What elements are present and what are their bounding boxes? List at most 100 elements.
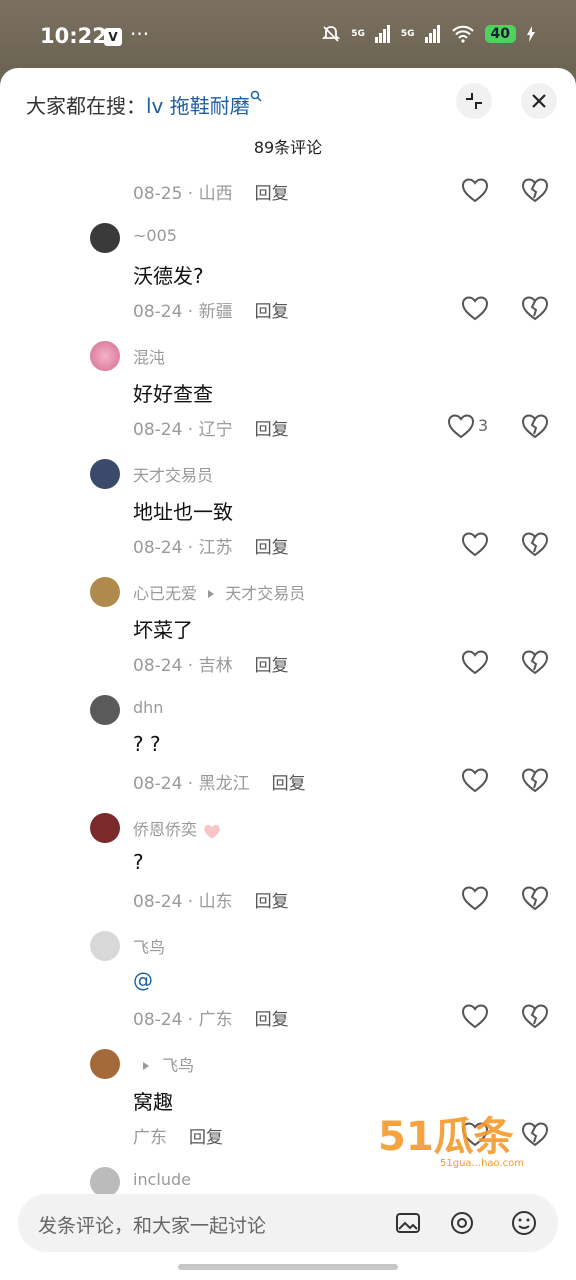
comment-text: ? ? [133,732,161,756]
close-button[interactable] [521,83,557,119]
wifi-icon [451,25,474,43]
comment-meta: 广东 回复 [133,1123,223,1148]
comment-date-location: 08-24 · 新疆 [133,302,233,322]
heart-icon[interactable] [460,529,490,559]
signal-icon-2 [424,25,440,43]
avatar[interactable] [90,577,120,607]
comment-username-text[interactable]: 心已无爱 [133,584,197,603]
like-count: 3 [478,416,489,435]
comment-text: 坏菜了 [133,618,193,642]
reply-button[interactable]: 回复 [255,184,289,204]
comment-text: @ [133,968,153,992]
comment-username: 侨恩侨奕 [133,816,222,840]
comments-panel: 大家都在搜：lv 拖鞋耐磨 89条评论 08-25 · 山西 回复 ~005 沃德… [0,68,576,1280]
comment-date-location: 08-24 · 山东 [133,892,233,912]
broken-heart-icon[interactable] [520,1119,550,1149]
comment-username[interactable]: 混沌 [133,344,165,368]
comment-username[interactable]: 天才交易员 [133,462,213,486]
comment-username: 飞鸟 [133,1052,194,1076]
reply-to-username[interactable]: 飞鸟 [162,1056,194,1075]
broken-heart-icon[interactable] [520,1001,550,1031]
reply-button[interactable]: 回复 [255,892,289,912]
search-icon [250,90,262,102]
comment-date-location: 广东 [133,1128,167,1148]
comment-text: 地址也一致 [133,500,233,524]
heart-icon[interactable] [460,883,490,913]
heart-icon[interactable] [460,293,490,323]
avatar[interactable] [90,813,120,843]
reply-button[interactable]: 回复 [255,538,289,558]
comment-username[interactable]: dhn [133,698,163,717]
avatar[interactable] [90,695,120,725]
heart-icon[interactable] [460,765,490,795]
app-notification-icon: V [104,28,122,46]
heart-icon[interactable] [460,175,490,205]
avatar[interactable] [90,223,120,253]
avatar[interactable] [90,1167,120,1197]
heart-icon[interactable] [460,647,490,677]
search-prefix: 大家都在搜： [26,94,146,118]
reply-button[interactable]: 回复 [189,1128,223,1148]
comment-username[interactable]: ~005 [133,226,177,245]
comment-date-location: 08-24 · 黑龙江 [133,774,250,794]
broken-heart-icon[interactable] [520,647,550,677]
comment-count: 89条评论 [253,138,323,157]
broken-heart-icon[interactable] [520,529,550,559]
status-bar: 10:22 V ··· 5G 5G 40 [0,0,576,70]
comment-username-text[interactable]: 侨恩侨奕 [133,820,197,839]
reply-button[interactable]: 回复 [255,1010,289,1030]
comment-meta: 08-24 · 广东 回复 [133,1005,289,1030]
reply-button[interactable]: 回复 [255,656,289,676]
avatar[interactable] [90,459,120,489]
comment-input[interactable]: 发条评论，和大家一起讨论 [18,1194,558,1252]
avatar[interactable] [90,341,120,371]
reply-button[interactable]: 回复 [255,302,289,322]
reply-button[interactable]: 回复 [272,774,306,794]
watermark-logo: 51瓜条 [378,1114,514,1160]
avatar[interactable] [90,1049,120,1079]
heart-icon[interactable] [460,1001,490,1031]
avatar[interactable] [90,931,120,961]
signal-icon [374,25,390,43]
comment-date-location: 08-25 · 山西 [133,184,233,204]
home-indicator[interactable] [178,1264,398,1270]
search-suggestion[interactable]: 大家都在搜：lv 拖鞋耐磨 [26,90,262,119]
comment-meta: 08-24 · 江苏 回复 [133,533,289,558]
broken-heart-icon[interactable] [520,175,550,205]
close-icon [532,94,546,108]
comment-meta: 08-25 · 山西 回复 [133,179,289,204]
comment-meta: 08-24 · 吉林 回复 [133,651,289,676]
comment-username[interactable]: include [133,1170,191,1189]
comment-date-location: 08-24 · 广东 [133,1010,233,1030]
comment-meta: 08-24 · 山东 回复 [133,887,289,912]
more-notifications-icon: ··· [130,22,150,46]
search-keyword[interactable]: lv 拖鞋耐磨 [146,94,250,118]
broken-heart-icon[interactable] [520,765,550,795]
comment-username: 心已无爱 天才交易员 [133,580,305,604]
collapse-button[interactable] [456,83,492,119]
reply-button[interactable]: 回复 [255,420,289,440]
comment-meta: 08-24 · 黑龙江 回复 [133,769,306,794]
heart-icon[interactable] [446,411,476,441]
comment-date-location: 08-24 · 江苏 [133,538,233,558]
broken-heart-icon[interactable] [520,293,550,323]
broken-heart-icon[interactable] [520,411,550,441]
battery-level: 40 [484,25,516,43]
status-time: 10:22 [40,24,107,48]
comment-date-location: 08-24 · 吉林 [133,656,233,676]
comment-meta: 08-24 · 辽宁 回复 [133,415,289,440]
status-icons: 5G 5G 40 [321,24,536,44]
image-icon[interactable] [394,1209,422,1237]
reply-arrow-icon [208,590,215,598]
reply-arrow-icon [143,1062,149,1070]
emoji-icon[interactable] [510,1209,538,1237]
comment-text: 窝趣 [133,1090,173,1114]
broken-heart-icon[interactable] [520,883,550,913]
comment-text: 好好查查 [133,382,213,406]
comment-username[interactable]: 飞鸟 [133,934,165,958]
at-mention-icon[interactable] [448,1209,476,1237]
pink-heart-icon [204,824,220,839]
comment-meta: 08-24 · 新疆 回复 [133,297,289,322]
reply-to-username[interactable]: 天才交易员 [225,584,305,603]
collapse-icon [466,93,482,109]
